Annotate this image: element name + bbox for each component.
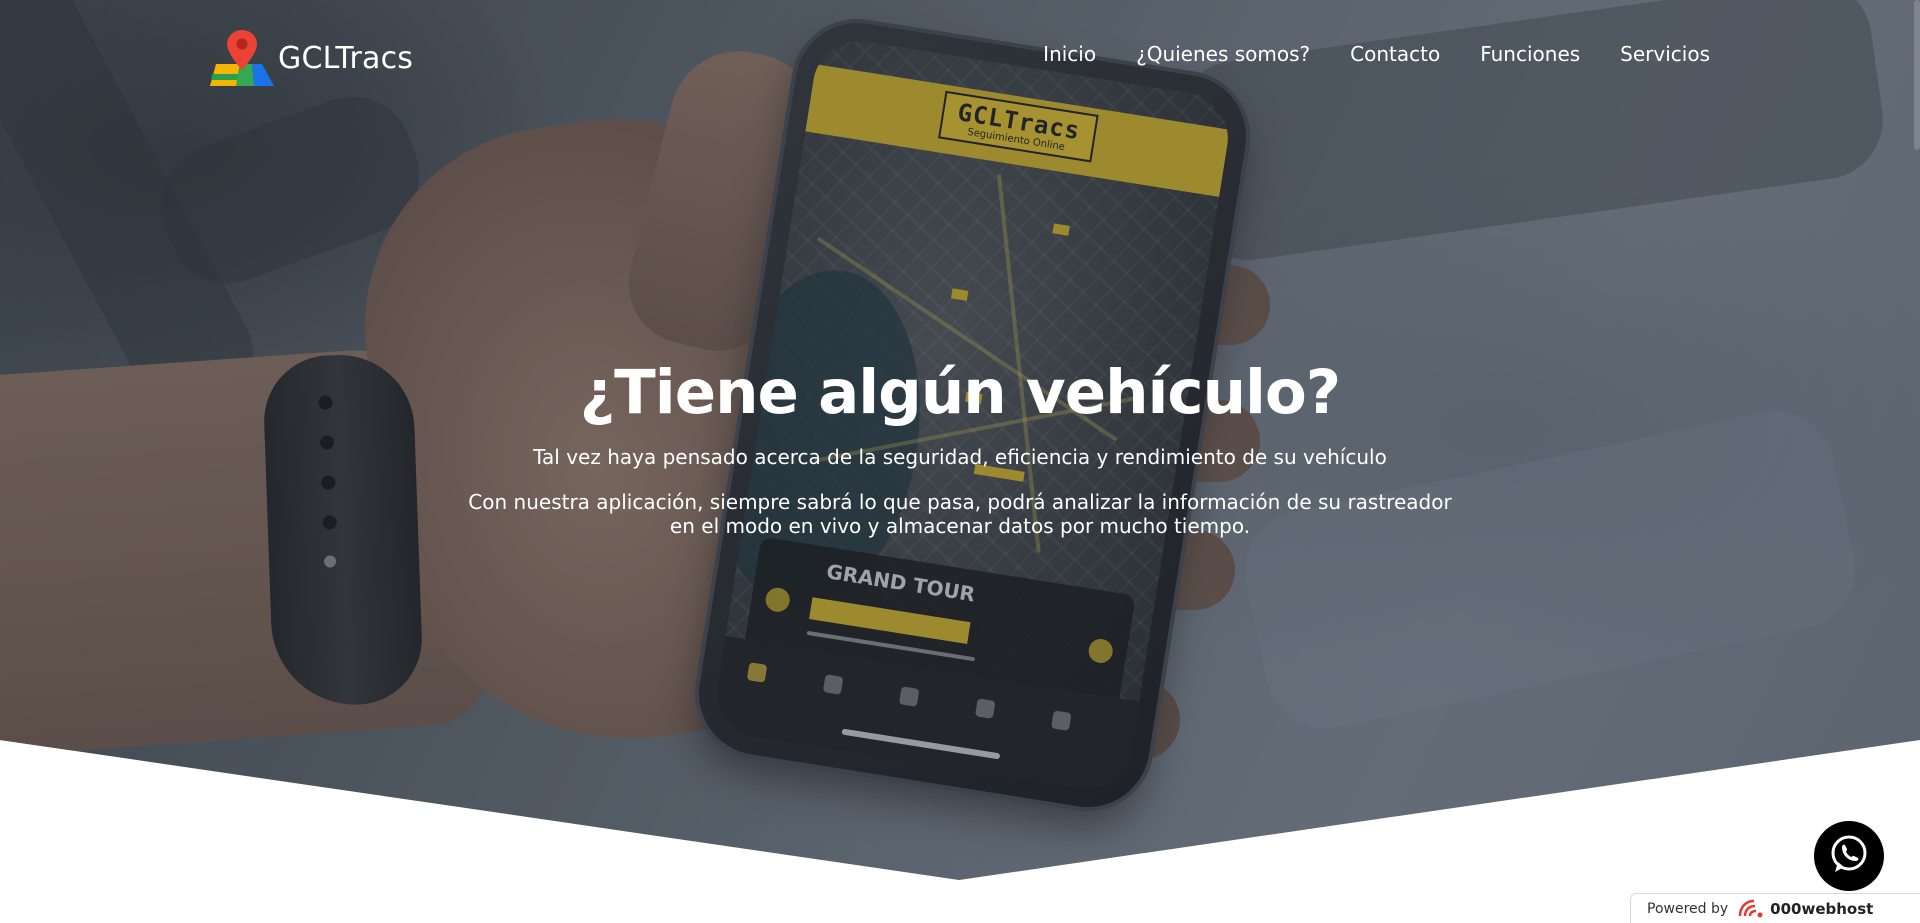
app-logo: GCLTracs Seguimiento Online [937, 90, 1099, 163]
home-indicator [840, 728, 1000, 760]
scrollbar[interactable] [1914, 0, 1920, 150]
nav-item-inicio[interactable]: Inicio [1043, 42, 1096, 66]
map-marker [951, 288, 969, 301]
background-shape [1169, 0, 1891, 268]
powered-by-label: Powered by [1647, 900, 1729, 917]
map-pin-icon [746, 662, 768, 683]
whatsapp-icon [1827, 832, 1871, 881]
map-marker [1052, 223, 1070, 236]
webhost-logo-icon [1736, 898, 1766, 920]
hero-description: Con nuestra aplicación, siempre sabrá lo… [468, 490, 1452, 538]
band-pin [323, 555, 337, 568]
site-logo[interactable]: GCLTracs [210, 28, 413, 88]
powered-by-brand: 000webhost [1770, 899, 1874, 918]
warning-icon [898, 686, 920, 707]
powered-by-badge[interactable]: Powered by 000webhost [1630, 893, 1920, 923]
user-icon [974, 698, 996, 719]
nav-item-contacto[interactable]: Contacto [1350, 42, 1440, 66]
chevron-left-icon [763, 586, 792, 614]
nav-item-servicios[interactable]: Servicios [1620, 42, 1710, 66]
nav-item-quienes-somos[interactable]: ¿Quienes somos? [1136, 42, 1310, 66]
hero-content: ¿Tiene algún vehículo? Tal vez haya pens… [0, 355, 1920, 538]
info-icon [1050, 710, 1072, 731]
page: GCLTracs Seguimiento Online GRAND TOUR G… [0, 0, 1920, 923]
app-header: GCLTracs Seguimiento Online [805, 64, 1230, 197]
car-icon [822, 674, 844, 695]
nav-item-funciones[interactable]: Funciones [1480, 42, 1580, 66]
chevron-right-icon [1086, 637, 1115, 665]
whatsapp-button[interactable] [1814, 821, 1884, 891]
map-pin-logo-icon [210, 28, 276, 88]
brand-name: GCLTracs [278, 40, 414, 76]
vehicle-card-title: GRAND TOUR [824, 559, 977, 607]
main-nav: Inicio ¿Quienes somos? Contacto Funcione… [1043, 42, 1710, 66]
hero-subtitle: Tal vez haya pensado acerca de la seguri… [533, 445, 1387, 469]
hero-title: ¿Tiene algún vehículo? [579, 357, 1341, 428]
